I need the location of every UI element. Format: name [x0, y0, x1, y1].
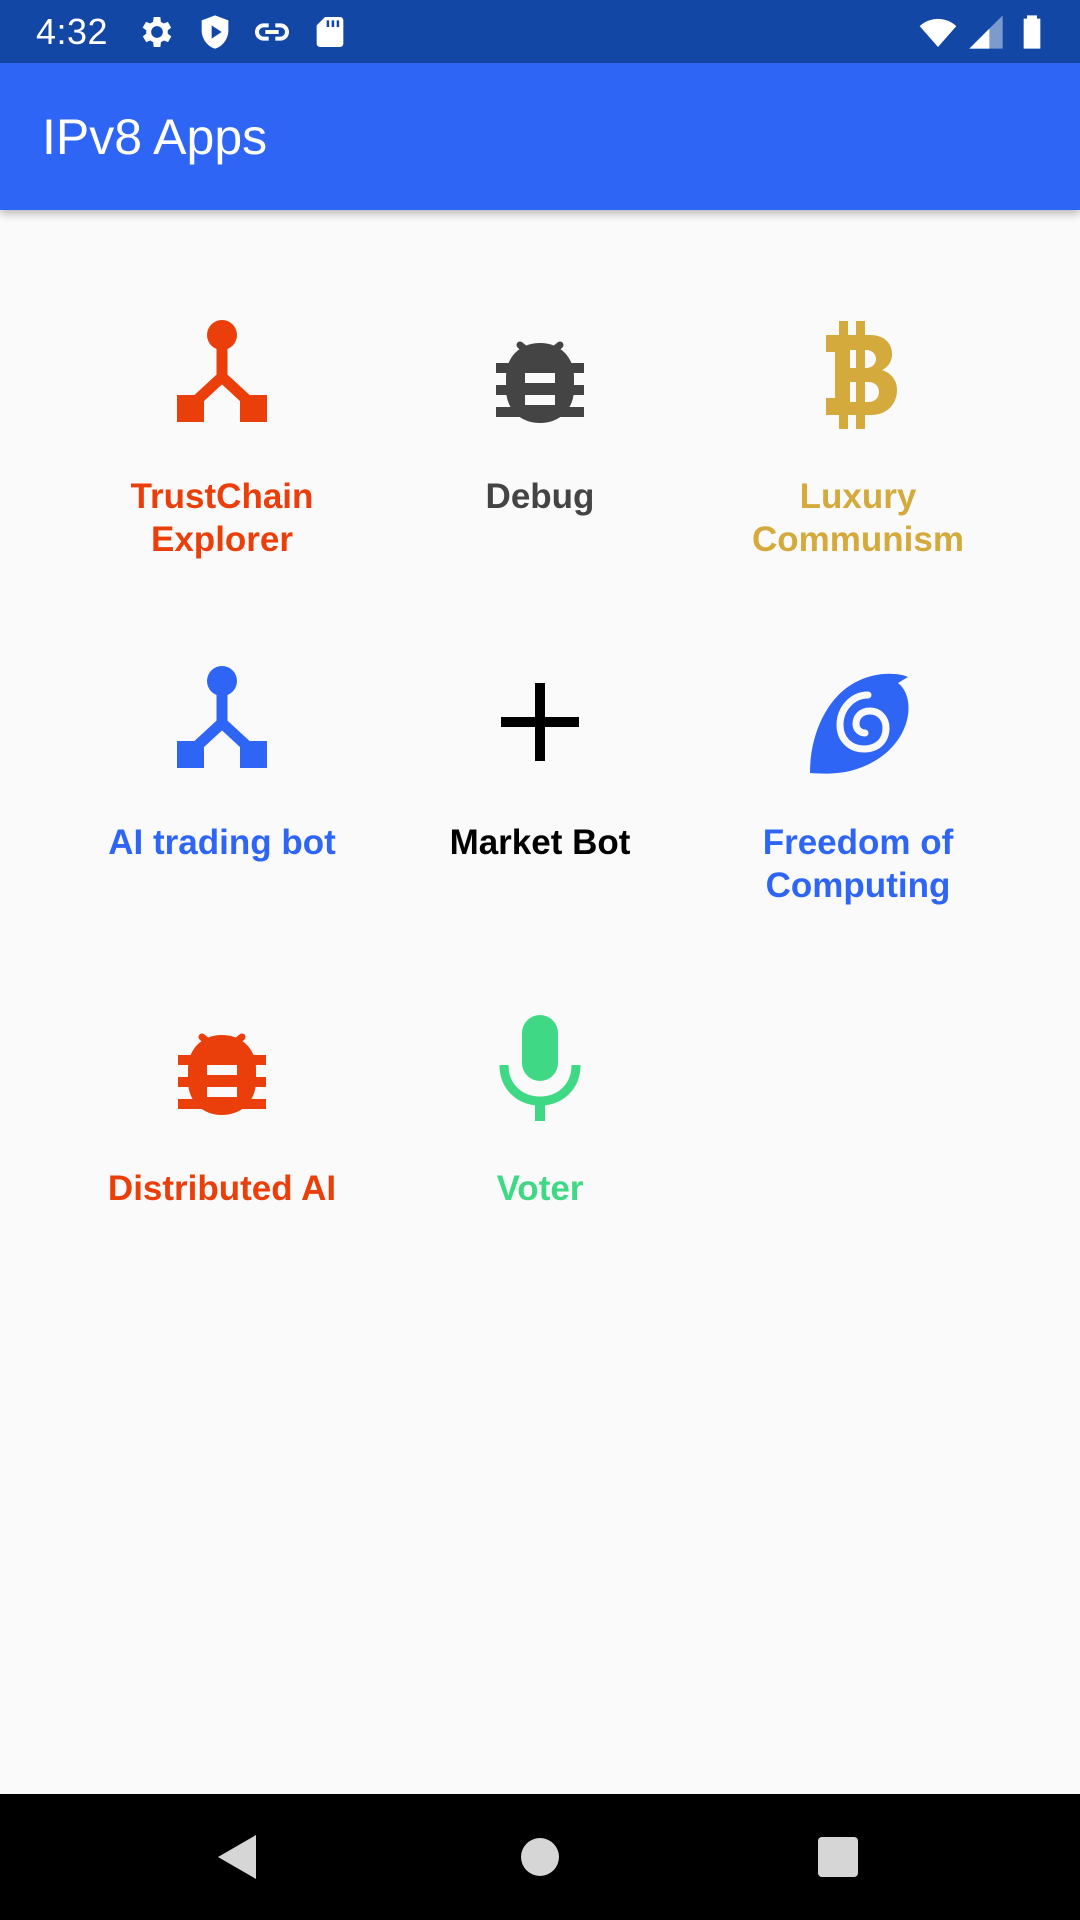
app-label: TrustChain Explorer	[130, 477, 314, 559]
microphone-icon	[480, 1007, 600, 1127]
app-tile-freedom-of-computing[interactable]: Freedom of Computing	[699, 556, 1017, 905]
wifi-icon	[918, 12, 958, 52]
bug-icon	[162, 1007, 282, 1127]
app-bar: IPv8 Apps	[0, 63, 1080, 210]
status-bar: 4:32	[0, 0, 1080, 63]
snail-shell-icon	[798, 661, 918, 781]
shield-icon	[195, 12, 235, 52]
navigation-bar	[0, 1794, 1080, 1920]
app-tile-debug[interactable]: Debug	[381, 210, 699, 530]
app-tile-voter[interactable]: Voter	[381, 902, 699, 1222]
battery-icon	[1012, 12, 1052, 52]
link-icon	[252, 12, 292, 52]
app-title: IPv8 Apps	[42, 109, 268, 165]
recents-icon[interactable]	[808, 1827, 868, 1887]
app-label: Freedom of Computing	[762, 823, 954, 905]
app-label: Voter	[496, 1169, 584, 1208]
network-icon	[162, 661, 282, 781]
app-label: Market Bot	[449, 823, 631, 862]
app-tile-luxury-communism[interactable]: Luxury Communism	[699, 210, 1017, 559]
app-label: Debug	[485, 477, 595, 516]
app-label: Luxury Communism	[752, 477, 964, 559]
cell-signal-icon	[966, 12, 1006, 52]
app-tile-trustchain-explorer[interactable]: TrustChain Explorer	[63, 210, 381, 559]
plus-icon	[480, 661, 600, 781]
gear-icon	[137, 12, 177, 52]
home-icon[interactable]	[510, 1827, 570, 1887]
back-icon[interactable]	[210, 1827, 270, 1887]
bitcoin-icon	[798, 315, 918, 435]
app-tile-market-bot[interactable]: Market Bot	[381, 556, 699, 876]
status-time: 4:32	[36, 11, 109, 52]
bug-icon	[480, 315, 600, 435]
sd-card-icon	[310, 12, 350, 52]
app-label: AI trading bot	[108, 823, 336, 862]
network-icon	[162, 315, 282, 435]
app-label: Distributed AI	[107, 1169, 337, 1208]
app-tile-ai-trading-bot[interactable]: AI trading bot	[63, 556, 381, 876]
app-tile-distributed-ai[interactable]: Distributed AI	[63, 902, 381, 1222]
